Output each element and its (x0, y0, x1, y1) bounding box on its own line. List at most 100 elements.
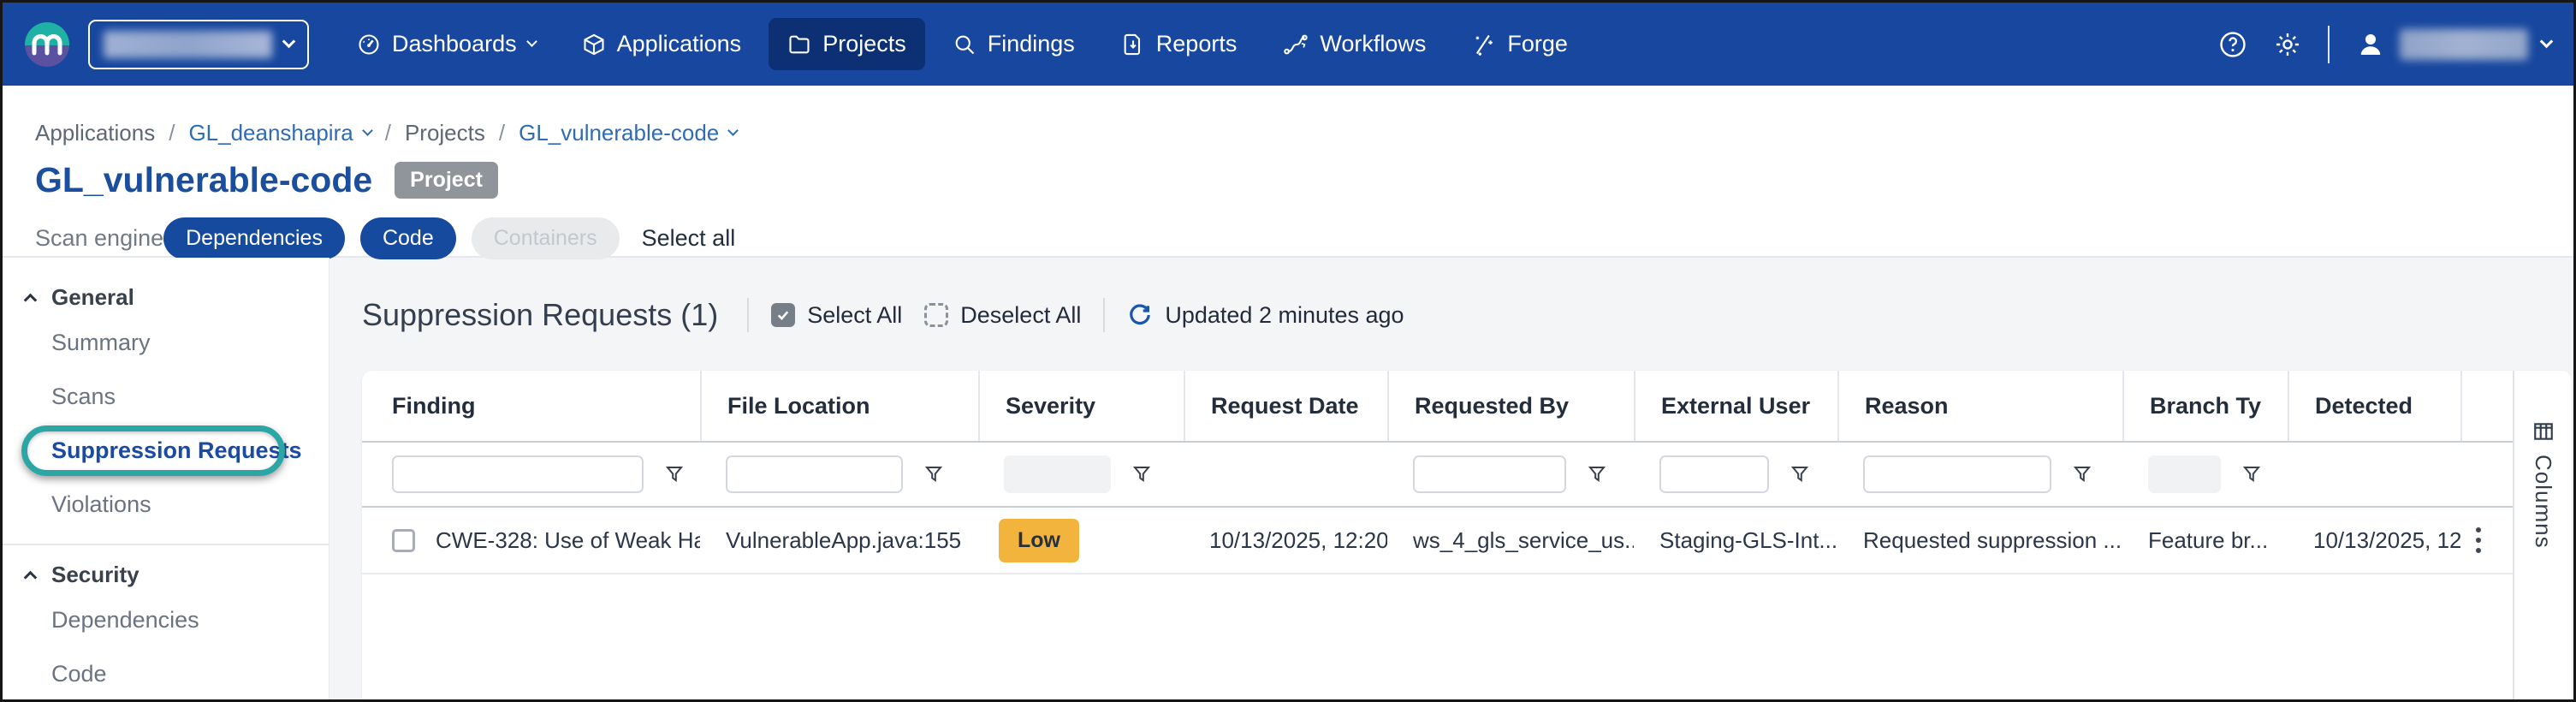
column-header-branch-type[interactable]: Branch Ty (2122, 371, 2288, 441)
filter-icon[interactable] (2072, 464, 2092, 485)
column-header-external-user[interactable]: External User (1634, 371, 1837, 441)
toolbar-divider (1103, 298, 1105, 332)
scan-engine-pill-dependencies[interactable]: Dependencies (163, 217, 345, 259)
folder-icon (787, 33, 811, 57)
filter-select-branch-type[interactable] (2148, 455, 2221, 493)
column-header-request-date[interactable]: Request Date (1184, 371, 1387, 441)
title-row: GL_vulnerable-code Project (35, 160, 2573, 200)
workspace-selector[interactable] (88, 20, 309, 69)
scan-engine-row: Scan engine Dependencies Code Containers… (35, 217, 2573, 259)
filter-icon[interactable] (1131, 464, 1152, 485)
cell-request-date: 10/13/2025, 12:20:22 (1184, 508, 1387, 573)
sidebar: General Summary Scans Suppression Reques… (3, 258, 329, 699)
filter-input-external-user[interactable] (1659, 455, 1769, 493)
sidebar-item-scans[interactable]: Scans (3, 370, 329, 424)
chevron-down-icon (526, 36, 537, 47)
chevron-down-icon (727, 125, 739, 136)
chevron-up-icon (24, 293, 38, 306)
filter-input-requested-by[interactable] (1413, 455, 1566, 493)
filter-icon[interactable] (923, 464, 944, 485)
redacted-user-name (2400, 29, 2528, 60)
sidebar-divider (3, 544, 329, 545)
select-all-button[interactable]: Select All (771, 302, 902, 329)
nav-dashboards[interactable]: Dashboards (338, 18, 555, 70)
refresh-icon (1127, 302, 1153, 328)
column-header-reason[interactable]: Reason (1837, 371, 2122, 441)
filter-empty-actions (2460, 443, 2513, 506)
sidebar-section-general[interactable]: General (3, 278, 329, 316)
nav-label: Forge (1507, 31, 1568, 57)
gauge-icon (357, 33, 381, 57)
scan-engine-pill-code[interactable]: Code (360, 217, 456, 259)
chevron-down-icon (2540, 35, 2554, 49)
sidebar-item-summary[interactable]: Summary (3, 316, 329, 370)
nav-applications[interactable]: Applications (563, 18, 761, 70)
sidebar-section-security[interactable]: Security (3, 556, 329, 593)
filter-input-finding[interactable] (392, 455, 644, 493)
cell-external-user: Staging-GLS-Int... (1634, 508, 1837, 573)
cell-branch-type: Feature br... (2122, 508, 2288, 573)
scan-engine-label: Scan engine (35, 225, 163, 252)
cell-file-location: VulnerableApp.java:155 (700, 508, 978, 573)
cell-detected: 10/13/2025, 12:19 (2288, 508, 2460, 573)
app-window: Dashboards Applications Projects Findi (0, 0, 2576, 702)
breadcrumb-application-selector[interactable]: GL_deanshapira (188, 120, 371, 146)
user-menu[interactable] (2355, 29, 2551, 60)
sidebar-item-dependencies[interactable]: Dependencies (3, 593, 329, 647)
filter-icon[interactable] (1790, 464, 1810, 485)
user-icon (2355, 29, 2386, 60)
deselect-all-button[interactable]: Deselect All (924, 302, 1081, 329)
sidebar-item-code[interactable]: Code (3, 647, 329, 701)
gear-icon[interactable] (2273, 30, 2302, 59)
cell-finding[interactable]: CWE-328: Use of Weak Hash (436, 527, 700, 554)
refresh-button[interactable]: Updated 2 minutes ago (1127, 302, 1404, 329)
column-header-requested-by[interactable]: Requested By (1387, 371, 1634, 441)
breadcrumb-separator: / (385, 120, 391, 146)
breadcrumb-projects[interactable]: Projects (405, 120, 485, 146)
toolbar-divider (747, 298, 749, 332)
row-checkbox[interactable] (392, 529, 415, 552)
help-icon[interactable] (2218, 30, 2247, 59)
filter-icon[interactable] (2241, 464, 2262, 485)
primary-nav: Dashboards Applications Projects Findi (338, 18, 1587, 70)
sidebar-item-violations[interactable]: Violations (3, 478, 329, 532)
row-actions-kebab-icon[interactable] (2469, 521, 2488, 560)
search-icon (953, 33, 976, 57)
nav-findings[interactable]: Findings (934, 18, 1094, 70)
sidebar-item-suppression-requests[interactable]: Suppression Requests (3, 424, 329, 478)
columns-panel-toggle[interactable]: Columns (2513, 371, 2572, 699)
cube-icon (582, 33, 606, 57)
column-header-severity[interactable]: Severity (978, 371, 1184, 441)
page-header: Applications / GL_deanshapira / Projects… (3, 86, 2573, 258)
cell-requested-by: ws_4_gls_service_us... (1387, 508, 1634, 573)
column-header-actions (2460, 371, 2513, 441)
nav-reports[interactable]: Reports (1102, 18, 1256, 70)
column-header-detected[interactable]: Detected (2288, 371, 2460, 441)
filter-icon[interactable] (1587, 464, 1607, 485)
top-navbar: Dashboards Applications Projects Findi (3, 3, 2573, 86)
scan-engine-select-all[interactable]: Select all (642, 225, 736, 252)
filter-select-severity[interactable] (1004, 455, 1111, 493)
filter-input-reason[interactable] (1863, 455, 2051, 493)
project-type-badge: Project (395, 162, 498, 199)
nav-projects[interactable]: Projects (769, 18, 925, 70)
breadcrumb-separator: / (499, 120, 505, 146)
navbar-right (2218, 26, 2551, 63)
nav-workflows[interactable]: Workflows (1264, 18, 1445, 70)
nav-label: Applications (617, 31, 742, 57)
breadcrumb-separator: / (169, 120, 175, 146)
filter-icon[interactable] (664, 464, 685, 485)
nav-label: Dashboards (392, 31, 517, 57)
breadcrumb-project-selector[interactable]: GL_vulnerable-code (519, 120, 737, 146)
cell-reason: Requested suppression ... (1837, 508, 2122, 573)
nav-forge[interactable]: Forge (1453, 18, 1587, 70)
filter-input-file-location[interactable] (726, 455, 903, 493)
chevron-down-icon (282, 35, 296, 49)
table-row[interactable]: CWE-328: Use of Weak Hash VulnerableApp.… (362, 508, 2513, 574)
column-header-finding[interactable]: Finding (362, 371, 700, 441)
breadcrumb-applications[interactable]: Applications (35, 120, 155, 146)
nav-label: Workflows (1320, 31, 1426, 57)
column-header-file-location[interactable]: File Location (700, 371, 978, 441)
checkbox-dashed-icon (924, 303, 948, 327)
chevron-up-icon (24, 570, 38, 584)
